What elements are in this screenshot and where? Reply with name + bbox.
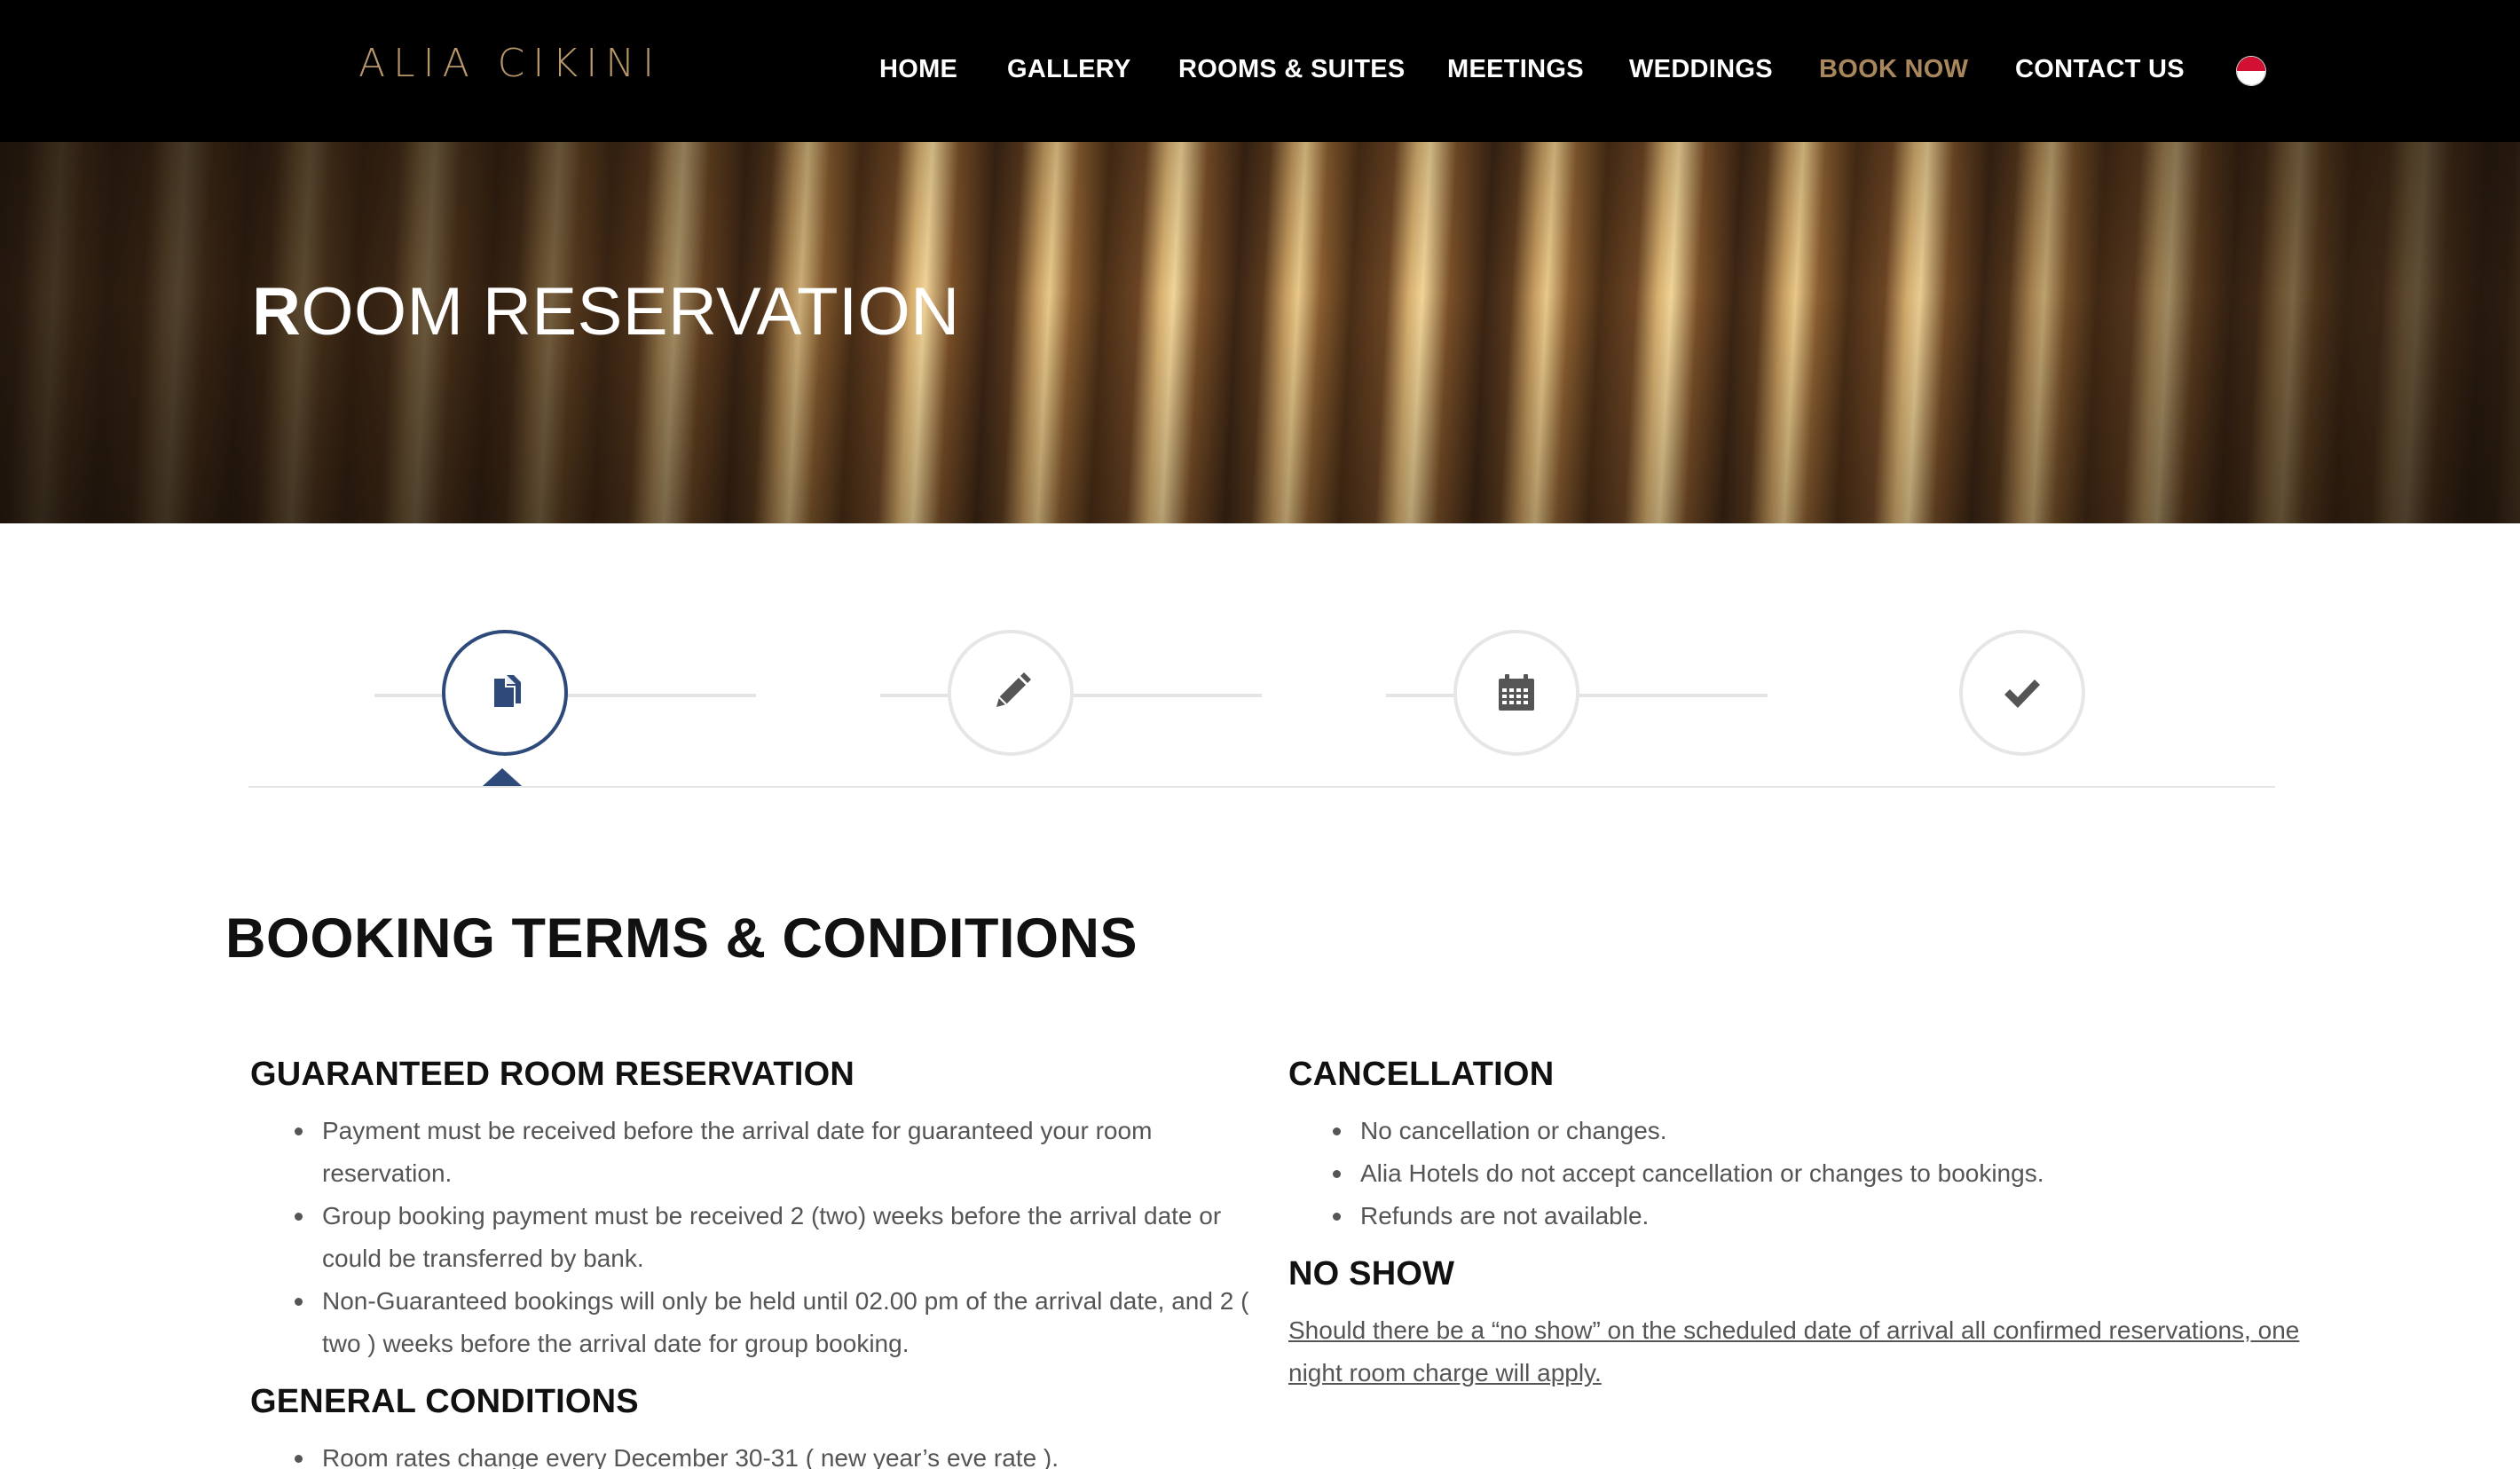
- nav-contact-us[interactable]: CONTACT US: [2015, 55, 2185, 84]
- nav-book-now[interactable]: BOOK NOW: [1819, 55, 1968, 84]
- indonesia-flag-icon[interactable]: [2236, 56, 2266, 86]
- nav-rooms-suites[interactable]: ROOMS & SUITES: [1178, 55, 1406, 84]
- list-item: Refunds are not available.: [1288, 1195, 2300, 1237]
- cancellation-title: CANCELLATION: [1288, 1056, 1555, 1093]
- step-details[interactable]: [948, 630, 1074, 756]
- noshow-text: Should there be a “no show” on the sched…: [1288, 1316, 2300, 1387]
- main-nav: HOME GALLERY ROOMS & SUITES MEETINGS WED…: [0, 0, 2520, 142]
- list-item: No cancellation or changes.: [1288, 1110, 2300, 1152]
- guaranteed-title: GUARANTEED ROOM RESERVATION: [250, 1056, 854, 1093]
- pencil-icon: [996, 672, 1031, 707]
- terms-title: BOOKING TERMS & CONDITIONS: [225, 907, 1138, 970]
- active-step-pointer: [483, 768, 522, 786]
- nav-meetings[interactable]: MEETINGS: [1447, 55, 1584, 84]
- documents-icon: [494, 675, 521, 707]
- top-navigation-bar: ALIA CIKINI HOME GALLERY ROOMS & SUITES …: [0, 0, 2520, 142]
- page-title: ROOM RESERVATION: [252, 274, 960, 350]
- step-dates[interactable]: [1453, 630, 1579, 756]
- list-item: Payment must be received before the arri…: [250, 1110, 1253, 1195]
- noshow-title: NO SHOW: [1288, 1255, 1455, 1292]
- list-item: Non-Guaranteed bookings will only be hel…: [250, 1280, 1253, 1365]
- nav-home[interactable]: HOME: [879, 55, 957, 84]
- right-column: CANCELLATION No cancellation or changes.…: [1288, 1056, 2300, 1394]
- general-title: GENERAL CONDITIONS: [250, 1383, 639, 1420]
- steps-divider: [248, 786, 2275, 788]
- list-item: Group booking payment must be received 2…: [250, 1195, 1253, 1280]
- general-list: Room rates change every December 30-31 (…: [250, 1437, 1253, 1469]
- guaranteed-list: Payment must be received before the arri…: [250, 1110, 1253, 1365]
- list-item: Alia Hotels do not accept cancellation o…: [1288, 1152, 2300, 1195]
- nav-weddings[interactable]: WEDDINGS: [1629, 55, 1773, 84]
- step-confirm[interactable]: [1959, 630, 2085, 756]
- nav-gallery[interactable]: GALLERY: [1007, 55, 1131, 84]
- cancellation-list: No cancellation or changes. Alia Hotels …: [1288, 1110, 2300, 1237]
- calendar-icon: [1499, 674, 1534, 711]
- checkmark-icon: [2004, 680, 2040, 708]
- booking-steps: [248, 626, 2275, 804]
- left-column: GUARANTEED ROOM RESERVATION Payment must…: [250, 1056, 1253, 1469]
- step-terms[interactable]: [442, 630, 568, 756]
- list-item: Room rates change every December 30-31 (…: [250, 1437, 1253, 1469]
- hero-banner: ROOM RESERVATION: [0, 142, 2520, 523]
